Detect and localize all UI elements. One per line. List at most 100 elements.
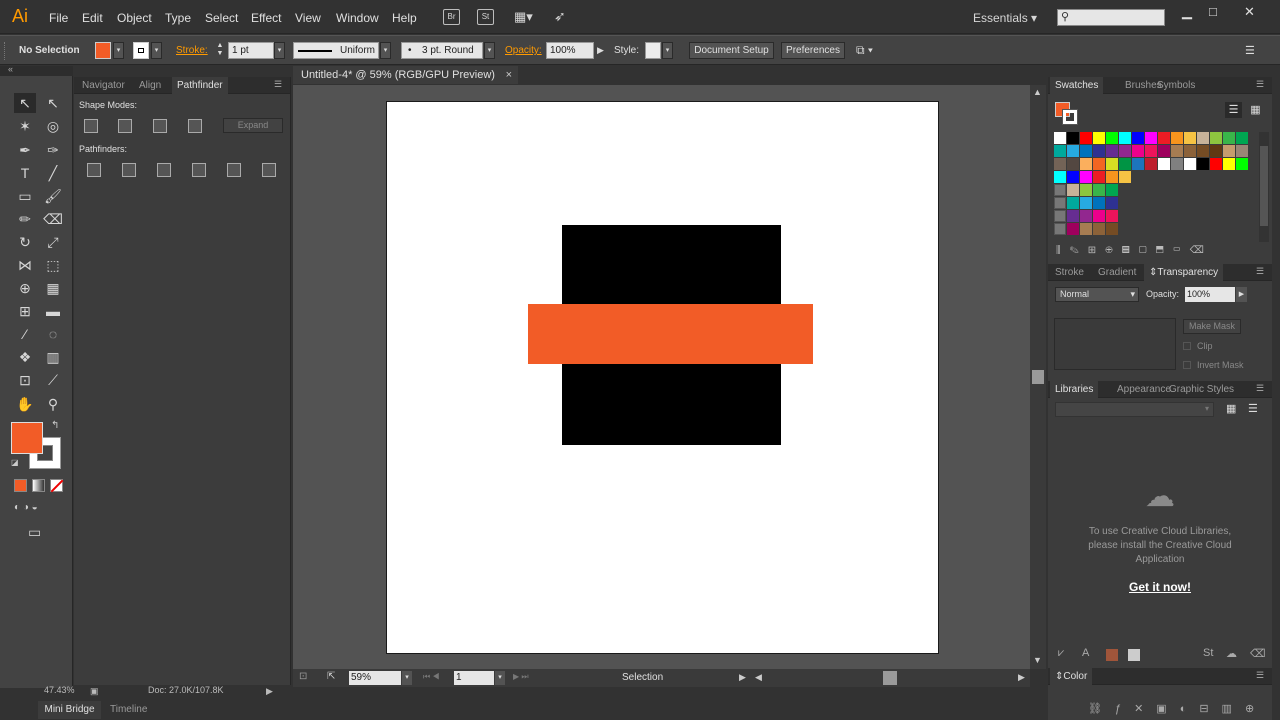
pen-tool-icon[interactable]: ✒ <box>14 140 36 160</box>
gradient-mode-icon[interactable] <box>32 479 45 492</box>
library-select[interactable]: ▾ <box>1055 402 1214 417</box>
tab-libraries[interactable]: Libraries <box>1050 381 1099 398</box>
next-artboard-icon[interactable]: ▶ ⏭ <box>513 672 529 682</box>
arrange-documents-icon[interactable]: ▦▾ <box>514 9 542 25</box>
scroll-up-icon[interactable]: ▲ <box>1033 87 1042 97</box>
stroke-stepper-icon[interactable]: ▲ ▼ <box>214 42 226 59</box>
color-menu-icon[interactable]: ☰ <box>1256 670 1264 681</box>
library-grid-icon[interactable]: ▦ <box>1226 402 1236 415</box>
swatch-chip[interactable] <box>1106 184 1118 196</box>
minus-back-icon[interactable] <box>262 163 276 177</box>
share-icon[interactable]: ⇱ <box>327 671 335 682</box>
draw-modes-icon[interactable]: ◐ ◑ ◒ <box>14 502 64 516</box>
divide-icon[interactable] <box>87 163 101 177</box>
screen-mode-icon[interactable]: ▭ <box>28 524 41 541</box>
swatch-chip[interactable] <box>1223 158 1235 170</box>
swatch-chip[interactable] <box>1093 171 1105 183</box>
zoom-tool-icon[interactable]: ⚲ <box>42 394 64 414</box>
swatch-chip[interactable] <box>1145 145 1157 157</box>
swatch-actions-icon[interactable]: ⫼✎⊞⊕▤▢⬒▭⌫ <box>1056 245 1266 259</box>
swatch-chip[interactable] <box>1106 132 1118 144</box>
swatch-chip[interactable] <box>1067 171 1079 183</box>
swatch-chip[interactable] <box>1236 145 1248 157</box>
document-setup-button[interactable]: Document Setup <box>689 42 774 59</box>
swatch-chip[interactable] <box>1171 145 1183 157</box>
tab-navigator[interactable]: Navigator <box>77 77 130 94</box>
slice-tool-icon[interactable]: ⟋ <box>42 370 64 390</box>
stroke-weight-input[interactable]: 1 pt <box>228 42 274 59</box>
library-delete-icon[interactable]: ⌫ <box>1250 647 1266 660</box>
type-tool-icon[interactable]: T <box>14 163 36 183</box>
status-menu-icon[interactable]: ▶ <box>739 672 746 683</box>
blend-mode-select[interactable]: Normal ▾ <box>1055 287 1139 302</box>
perspective-grid-tool-icon[interactable]: ▦ <box>42 278 64 298</box>
lasso-tool-icon[interactable]: ◎ <box>42 116 64 136</box>
menu-effect[interactable]: Effect <box>251 11 281 25</box>
library-add-icon[interactable]: ⩗ <box>1058 647 1064 660</box>
swatch-chip[interactable] <box>1093 197 1105 209</box>
shape-builder-tool-icon[interactable]: ⊕ <box>14 278 36 298</box>
trim-icon[interactable] <box>122 163 136 177</box>
default-colors-icon[interactable]: ◪ <box>11 458 19 467</box>
swatch-chip[interactable] <box>1067 197 1079 209</box>
library-text-icon[interactable]: A <box>1082 647 1089 659</box>
eraser-tool-icon[interactable]: ⌫ <box>42 209 64 229</box>
fill-swatch[interactable] <box>95 42 111 59</box>
swatch-chip[interactable] <box>1132 132 1144 144</box>
swatch-chip[interactable] <box>1210 158 1222 170</box>
tab-color[interactable]: ⇕Color <box>1050 668 1093 685</box>
swatch-chip[interactable] <box>1106 197 1118 209</box>
menu-file[interactable]: File <box>49 11 68 25</box>
swatch-chip[interactable] <box>1158 158 1170 170</box>
none-mode-icon[interactable] <box>50 479 64 493</box>
selection-tool-icon[interactable]: ↖ <box>14 93 36 113</box>
swatch-chip[interactable] <box>1080 171 1092 183</box>
hscroll-left-icon[interactable]: ◀ <box>755 672 762 683</box>
pencil-tool-icon[interactable]: ✏ <box>14 209 36 229</box>
document-tab[interactable]: Untitled-4* @ 59% (RGB/GPU Preview) × <box>293 66 518 84</box>
maximize-icon[interactable]: □ <box>1209 4 1217 19</box>
fill-color-box[interactable] <box>11 422 43 454</box>
menu-type[interactable]: Type <box>165 11 191 25</box>
swatch-chip[interactable] <box>1067 132 1079 144</box>
brush-select[interactable]: • 3 pt. Round <box>401 42 483 59</box>
swatch-chip[interactable] <box>1106 210 1118 222</box>
tab-align[interactable]: Align <box>134 77 166 94</box>
stroke-profile-select[interactable]: Uniform <box>293 42 379 59</box>
swatch-chip[interactable] <box>1132 158 1144 170</box>
transparency-opacity-arrow-icon[interactable]: ▶ <box>1236 287 1247 302</box>
swatch-chip[interactable] <box>1067 223 1079 235</box>
rotate-tool-icon[interactable]: ↻ <box>14 232 36 252</box>
swatch-chip[interactable] <box>1171 158 1183 170</box>
tab-stroke[interactable]: Stroke <box>1050 264 1089 281</box>
color-mode-icon[interactable] <box>14 479 27 492</box>
zoom-dropdown-icon[interactable]: ▾ <box>402 671 412 685</box>
clip-checkbox[interactable] <box>1183 342 1191 350</box>
hand-tool-icon[interactable]: ✋ <box>14 394 36 414</box>
tab-swatches[interactable]: Swatches <box>1050 77 1104 94</box>
tab-mini-bridge[interactable]: Mini Bridge <box>38 701 101 719</box>
swatch-chip[interactable] <box>1093 184 1105 196</box>
panel-menu-icon[interactable]: ☰ <box>1245 44 1255 57</box>
swatch-chip[interactable] <box>1223 145 1235 157</box>
swatch-chip[interactable] <box>1067 184 1079 196</box>
gradient-tool-icon[interactable]: ▬ <box>42 301 64 321</box>
swatch-chip[interactable] <box>1080 223 1092 235</box>
search-input[interactable]: ⚲ <box>1057 9 1165 26</box>
width-tool-icon[interactable]: ⋈ <box>14 255 36 275</box>
opacity-arrow-icon[interactable]: ▶ <box>597 45 604 56</box>
swatch-chip[interactable] <box>1067 210 1079 222</box>
tab-pathfinder[interactable]: Pathfinder <box>172 77 228 94</box>
swatch-chip[interactable] <box>1197 145 1209 157</box>
brush-dropdown[interactable]: ▾ <box>484 42 495 59</box>
swatch-chip[interactable] <box>1054 210 1066 222</box>
swatch-chip[interactable] <box>1106 171 1118 183</box>
menu-help[interactable]: Help <box>392 11 417 25</box>
style-swatch[interactable] <box>645 42 661 59</box>
orange-rectangle-shape[interactable] <box>528 304 813 364</box>
menu-view[interactable]: View <box>295 11 321 25</box>
direct-selection-tool-icon[interactable]: ↖ <box>42 93 64 113</box>
swap-colors-icon[interactable]: ↰ <box>51 420 59 431</box>
unite-icon[interactable] <box>84 119 98 133</box>
rectangle-tool-icon[interactable]: ▭ <box>14 186 36 206</box>
